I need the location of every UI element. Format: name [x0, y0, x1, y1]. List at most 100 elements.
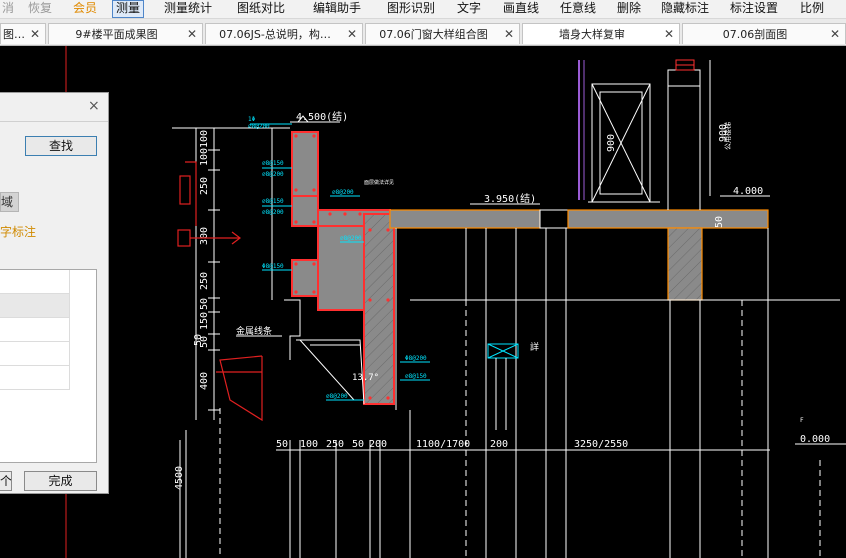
menu-item-edit-assistant[interactable]: 编辑助手 — [313, 0, 361, 18]
dim-label: 50 — [276, 439, 288, 450]
menu-item-text[interactable]: 文字 — [457, 0, 481, 18]
table-row[interactable] — [0, 270, 70, 294]
dim-label: 50 — [199, 298, 210, 310]
dim-label: 200 — [369, 439, 387, 450]
tab-section-drawing[interactable]: 07.06剖面图 ✕ — [682, 23, 846, 44]
menu-item-drawing-compare[interactable]: 图纸对比 — [237, 0, 285, 18]
elevation-ground: 0.000 — [800, 434, 830, 445]
tab-general-notes[interactable]: 07.06JS-总说明，构… ✕ — [205, 23, 363, 44]
dim-label: 50 — [352, 439, 364, 450]
tab-building9-floor-plan[interactable]: 9#楼平面成果图 ✕ — [48, 23, 203, 44]
dim-label: 100 — [199, 148, 210, 166]
rebar-mark: ⌀8@150 — [262, 160, 284, 167]
menu-item-measure[interactable]: 测量 — [112, 0, 145, 18]
menu-item-freehand-line[interactable]: 任意线 — [560, 0, 596, 18]
menu-item-delete[interactable]: 删除 — [617, 0, 641, 18]
floor-slab — [389, 209, 769, 301]
menu-item-scale[interactable]: 比例 — [800, 0, 824, 18]
window-detail-mark: 詳 — [487, 341, 539, 430]
elevation-mid: 3.950(结) — [484, 192, 536, 205]
tab-label: 07.06门窗大样组合图 — [379, 28, 488, 41]
dim-label: 4500 — [174, 466, 185, 490]
left-dimension-labels: 100 100 250 300 250 50 150 50 400 50 450… — [174, 130, 210, 490]
result-table — [0, 269, 97, 463]
tab-label: 图… — [3, 28, 25, 41]
tab-door-window-details[interactable]: 07.06门窗大样组合图 ✕ — [365, 23, 520, 44]
red-top-markers — [675, 59, 695, 71]
elevation-right: 4.000 — [733, 186, 763, 197]
dim-label: 150 — [199, 312, 210, 330]
tab-label: 9#楼平面成果图 — [75, 28, 158, 41]
menu-item-annotation-settings[interactable]: 标注设置 — [730, 0, 778, 18]
table-row[interactable] — [0, 318, 70, 342]
menu-item-shape-recognition[interactable]: 图形识别 — [387, 0, 435, 18]
table-row[interactable] — [0, 342, 70, 366]
find-dialog: × 查找 域 字标注 个 完成 — [0, 92, 109, 494]
dim-label: 100 — [199, 130, 210, 148]
dim-label: 300 — [199, 227, 210, 245]
rebar-mark: ⌀8@150 — [405, 373, 427, 380]
document-tab-bar: 图… ✕ 9#楼平面成果图 ✕ 07.06JS-总说明，构… ✕ 07.06门窗… — [0, 19, 846, 46]
ground-note: F — [800, 417, 804, 424]
angle-label: 13.7° — [352, 373, 379, 383]
menu-bar: 消 恢复 会员 测量 测量统计 图纸对比 编辑助手 图形识别 文字 画直线 任意… — [0, 0, 846, 19]
window-mark-label: 詳 — [530, 341, 539, 353]
menu-item-member[interactable]: 会员 — [73, 0, 97, 18]
dim-label: 900 — [606, 134, 617, 152]
tab-wall-detail-review[interactable]: 墙身大样复审 ✕ — [522, 23, 680, 44]
close-icon[interactable]: × — [88, 98, 100, 114]
dim-label: 250 — [199, 177, 210, 195]
dim-label: 250 — [199, 272, 210, 290]
close-icon[interactable]: ✕ — [664, 24, 674, 44]
parapet-section — [284, 131, 395, 405]
close-icon[interactable]: ✕ — [830, 24, 840, 44]
cad-canvas[interactable]: 100 100 250 300 250 50 150 50 400 50 450… — [0, 46, 846, 558]
rebar-mark: ⌀8@150 — [262, 198, 284, 205]
rebar-mark: ⌀8@200 — [340, 235, 362, 242]
purple-ladder — [578, 60, 585, 200]
dim-label: 250 — [326, 439, 344, 450]
dim-label: 1100/1700 — [416, 439, 470, 450]
bottom-dimension-labels: 50 100 250 50 200 1100/1700 200 3250/255… — [276, 439, 628, 450]
menu-item-redo[interactable]: 恢复 — [28, 0, 52, 18]
previous-button[interactable]: 个 — [0, 471, 12, 491]
area-option[interactable]: 域 — [0, 192, 19, 212]
rebar-mark: 1Φ — [248, 116, 256, 123]
dim-label: 3250/2550 — [574, 439, 628, 450]
close-icon[interactable]: ✕ — [30, 24, 40, 44]
find-button[interactable]: 查找 — [25, 136, 97, 156]
metal-panel-label: 金属线条 — [236, 325, 272, 337]
rebar-mark: ⌀8@200 — [248, 123, 270, 130]
close-icon[interactable]: ✕ — [187, 24, 197, 44]
red-bracket-markers — [177, 161, 263, 422]
text-annotation-option[interactable]: 字标注 — [0, 223, 36, 240]
rebar-mark: ⌀8@200 — [326, 393, 348, 400]
tab-label: 墙身大样复审 — [559, 28, 625, 41]
dim-label: 400 — [199, 372, 210, 390]
table-row[interactable] — [0, 366, 70, 390]
dashed-hidden-lines — [219, 300, 821, 558]
close-icon[interactable]: ✕ — [504, 24, 514, 44]
dim-label: 50 — [714, 216, 725, 228]
rebar-mark: ⌀8@200 — [332, 189, 354, 196]
elevation-top: 4.500(结) — [296, 110, 348, 123]
menu-item-undo[interactable]: 消 — [2, 0, 14, 18]
rebar-mark: Φ8@150 — [262, 263, 284, 270]
done-button[interactable]: 完成 — [24, 471, 97, 491]
menu-item-hide-annotations[interactable]: 隐藏标注 — [661, 0, 709, 18]
menu-item-draw-line[interactable]: 画直线 — [503, 0, 539, 18]
room-label: 公用楼梯 — [723, 122, 732, 150]
tab-label: 07.06JS-总说明，构… — [219, 28, 331, 41]
tab-label: 07.06剖面图 — [722, 28, 788, 41]
dim-label: 200 — [490, 439, 508, 450]
dim-label: 50 — [193, 334, 204, 346]
tab-drawing-partial[interactable]: 图… ✕ — [0, 23, 46, 44]
bottom-dimension-line — [276, 444, 770, 456]
close-icon[interactable]: ✕ — [347, 24, 357, 44]
dim-label: 100 — [300, 439, 318, 450]
rebar-mark: ⌀8@200 — [262, 209, 284, 216]
menu-item-measure-stats[interactable]: 测量统计 — [164, 0, 212, 18]
table-row[interactable] — [0, 294, 70, 318]
rebar-mark: ⌀8@200 — [262, 171, 284, 178]
rebar-mark: Φ8@200 — [405, 355, 427, 362]
